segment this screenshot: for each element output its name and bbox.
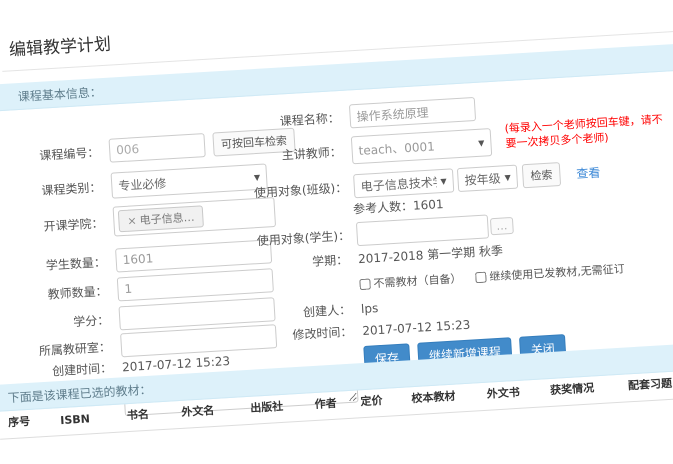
teacher-count-input[interactable] <box>117 268 274 301</box>
page-canvas: 编辑教学计划 课程基本信息： 课程编号： 可按回车检索 课程类别： 专业必修 ▼… <box>0 0 673 462</box>
creator-value: lps <box>361 301 379 316</box>
col-author: 作者 <box>302 394 349 413</box>
main-teacher-label: 主讲教师： <box>251 142 352 165</box>
spacer <box>260 284 360 290</box>
office-label: 所属教研室： <box>18 337 121 360</box>
course-no-label: 课程编号： <box>7 142 110 165</box>
create-time-value: 2017-07-12 15:23 <box>122 353 231 373</box>
course-type-select[interactable]: 专业必修 ▼ <box>111 163 268 198</box>
college-label: 开课学院： <box>11 213 114 236</box>
credit-label: 学分： <box>17 310 120 333</box>
target-student-input[interactable] <box>356 214 489 246</box>
class-search-button[interactable]: 检索 <box>522 162 561 188</box>
chevron-down-icon: ▼ <box>504 172 511 181</box>
col-foreign-book: 外文书 <box>472 383 535 403</box>
chevron-down-icon: ▼ <box>440 176 447 185</box>
class-college-value: 电子信息技术学院 <box>360 173 437 194</box>
main-teacher-value: teach、0001 <box>358 137 435 158</box>
course-type-value: 专业必修 <box>118 174 167 194</box>
course-type-label: 课程类别： <box>9 177 112 200</box>
col-awards: 获奖情况 <box>534 378 611 398</box>
teacher-count-label: 教师数量： <box>15 281 118 304</box>
no-textbook-label: 不需教材（自备） <box>373 270 462 291</box>
course-name-input[interactable] <box>349 97 476 128</box>
no-textbook-checkbox[interactable]: 不需教材（自备） <box>359 270 462 292</box>
course-no-input[interactable] <box>109 133 206 163</box>
section-selected-materials-label: 下面是该课程已选的教材： <box>7 380 152 406</box>
continue-textbook-checkbox-input[interactable] <box>475 271 487 283</box>
reference-count: 参考人数：1601 <box>353 195 444 217</box>
course-name-label: 课程名称： <box>249 108 350 131</box>
col-bookname: 书名 <box>111 405 166 424</box>
col-publisher: 出版社 <box>230 397 303 417</box>
grade-select-value: 按年级 <box>464 169 501 188</box>
continue-textbook-label: 继续使用已发教材,无需征订 <box>489 260 625 284</box>
view-link[interactable]: 查看 <box>576 163 601 181</box>
student-count-label: 学生数量： <box>13 252 116 275</box>
modify-time-value: 2017-07-12 15:23 <box>362 317 471 337</box>
class-college-select[interactable]: 电子信息技术学院 ▼ <box>353 168 454 198</box>
college-tag-input[interactable]: × 电子信息… <box>113 197 276 237</box>
col-foreignname: 外文名 <box>164 401 231 421</box>
col-price: 定价 <box>348 391 395 410</box>
college-tag-text: 电子信息… <box>139 209 195 228</box>
no-textbook-checkbox-input[interactable] <box>359 278 371 290</box>
chevron-down-icon: ▼ <box>478 138 485 147</box>
col-isbn: ISBN <box>39 411 112 428</box>
student-count-input[interactable] <box>115 239 272 272</box>
col-seq: 序号 <box>0 412 40 430</box>
more-button[interactable]: … <box>490 216 514 234</box>
target-class-label: 使用对象(班级)： <box>253 178 354 201</box>
close-icon[interactable]: × <box>127 214 137 228</box>
continue-textbook-checkbox[interactable]: 继续使用已发教材,无需征订 <box>475 260 625 285</box>
main-teacher-select[interactable]: teach、0001 ▼ <box>351 128 492 164</box>
semester-value: 2017-2018 第一学期 秋季 <box>358 242 504 268</box>
col-school-textbook: 校本教材 <box>394 387 473 408</box>
college-tag: × 电子信息… <box>118 205 204 232</box>
grade-select[interactable]: 按年级 ▼ <box>457 165 518 193</box>
section-basic-info-label: 课程基本信息： <box>17 83 102 105</box>
target-student-label: 使用对象(学生)： <box>256 226 357 249</box>
